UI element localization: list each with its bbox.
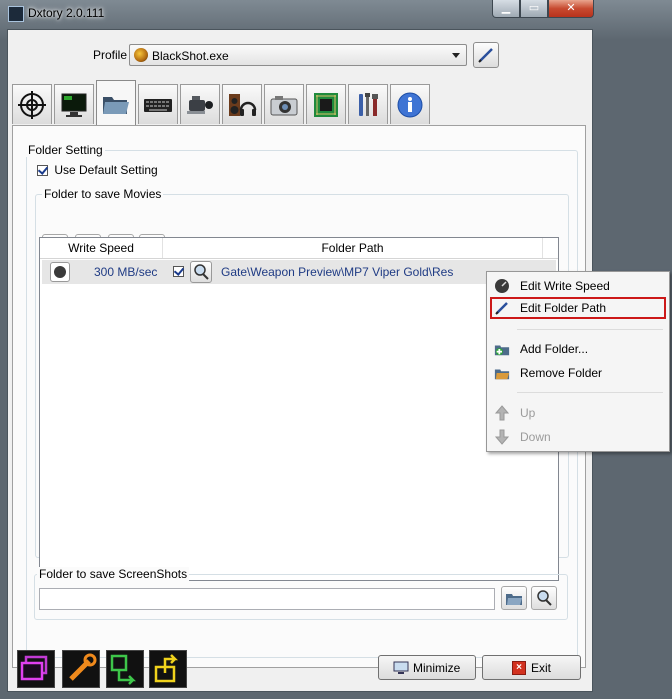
checkbox-checked-icon (37, 165, 48, 176)
magnifier-icon (537, 590, 552, 606)
tools-icon (359, 92, 378, 116)
tab-audio[interactable] (222, 84, 262, 124)
app-window: Dxtory 2.0.111 ▁ ▭ ✕ Profile BlackShot.e… (0, 0, 672, 699)
overlay-mode-button[interactable] (17, 650, 55, 688)
menu-separator (517, 329, 663, 330)
close-window-button[interactable]: ✕ (548, 0, 594, 18)
edit-profile-button[interactable] (473, 42, 499, 68)
menu-item-label: Remove Folder (520, 366, 603, 380)
folder-icon (103, 96, 129, 114)
camcorder-icon (187, 95, 213, 114)
column-header-write-speed[interactable]: Write Speed (40, 238, 163, 258)
use-default-setting-checkbox[interactable]: Use Default Setting (37, 163, 158, 177)
pen-icon (478, 48, 493, 63)
window-controls: ▁ ▭ ✕ (492, 0, 594, 18)
add-folder-icon (494, 341, 510, 357)
folder-setting-title: Folder Setting (26, 143, 105, 157)
gauge-icon[interactable] (50, 262, 70, 282)
column-header-folder-path[interactable]: Folder Path (163, 238, 543, 258)
folder-enabled-checkbox[interactable] (173, 266, 184, 277)
arrow-down-icon (494, 429, 510, 445)
arrow-up-icon (494, 405, 510, 421)
tab-advanced[interactable] (348, 84, 388, 124)
list-header: Write Speed Folder Path (40, 238, 558, 259)
tab-video[interactable] (54, 84, 94, 124)
green-arrow-box-icon (110, 654, 137, 685)
tab-folder[interactable] (96, 80, 136, 126)
menu-item-down[interactable]: Down (490, 426, 666, 448)
tab-info[interactable] (390, 84, 430, 124)
screenshot-explore-folder-button[interactable] (531, 586, 557, 610)
settings-tool-button[interactable] (62, 650, 100, 688)
context-menu: Edit Write Speed Edit Folder Path Add Fo… (486, 271, 670, 452)
menu-separator (517, 392, 663, 393)
tab-codec[interactable] (306, 84, 346, 124)
wrench-icon (69, 653, 97, 681)
crosshair-icon (18, 90, 46, 119)
export-tool-button[interactable] (106, 650, 144, 688)
profile-dropdown[interactable]: BlackShot.exe (129, 44, 467, 66)
gauge-icon (494, 278, 510, 294)
keyboard-icon (144, 98, 172, 112)
write-speed-value: 300 MB/sec (94, 265, 158, 279)
screenshot-path-input[interactable] (39, 588, 495, 610)
menu-item-add-folder[interactable]: Add Folder... (490, 338, 666, 360)
pen-icon (494, 300, 510, 316)
tab-target[interactable] (12, 84, 52, 124)
window-title: Dxtory 2.0.111 (28, 6, 105, 20)
menu-item-label: Add Folder... (520, 342, 589, 356)
tab-capture[interactable] (180, 84, 220, 124)
screenshots-folder-title: Folder to save ScreenShots (37, 567, 190, 581)
close-icon: × (512, 661, 526, 675)
menu-item-remove-folder[interactable]: Remove Folder (490, 362, 666, 384)
magnifier-icon (194, 264, 209, 280)
menu-item-edit-folder-path[interactable]: Edit Folder Path (490, 297, 666, 319)
profile-label: Profile (93, 48, 128, 62)
profile-value: BlackShot.exe (152, 49, 229, 63)
menu-item-label: Edit Write Speed (520, 279, 610, 293)
open-folder-icon (506, 594, 522, 605)
maximize-window-button[interactable]: ▭ (520, 0, 548, 18)
app-icon (8, 6, 24, 22)
minimize-window-button[interactable]: ▁ (492, 0, 520, 18)
menu-item-up[interactable]: Up (490, 402, 666, 424)
game-icon (134, 48, 148, 62)
minimize-label: Minimize (413, 661, 461, 675)
camera-icon (270, 95, 298, 115)
chip-icon (314, 92, 338, 117)
browse-folder-button[interactable] (190, 261, 212, 283)
windows-stack-icon (20, 655, 48, 681)
table-row[interactable]: 300 MB/sec Gate\Weapon Preview\MP7 Viper… (42, 260, 556, 284)
info-icon (397, 92, 423, 117)
yellow-arrow-box-icon (154, 654, 179, 683)
menu-item-label: Down (520, 430, 551, 444)
title-bar[interactable]: Dxtory 2.0.111 ▁ ▭ ✕ (0, 0, 672, 28)
movies-folder-title: Folder to save Movies (42, 187, 164, 201)
menu-item-edit-write-speed[interactable]: Edit Write Speed (490, 275, 666, 297)
tab-strip (12, 80, 432, 126)
chevron-down-icon (452, 53, 460, 58)
speaker-headphones-icon (229, 93, 257, 116)
monitor-icon (61, 93, 87, 117)
remove-folder-icon (494, 365, 510, 381)
use-default-setting-label: Use Default Setting (54, 163, 158, 177)
exit-button[interactable]: × Exit (482, 655, 581, 680)
menu-item-label: Edit Folder Path (520, 301, 607, 315)
open-tool-button[interactable] (149, 650, 187, 688)
exit-label: Exit (531, 661, 552, 675)
movies-folder-list[interactable]: Write Speed Folder Path 300 MB/sec Gate\… (39, 237, 559, 581)
tab-keyboard[interactable] (138, 84, 178, 124)
folder-path-value: Gate\Weapon Preview\MP7 Viper Gold\Res (221, 265, 454, 279)
screenshot-browse-folder-button[interactable] (501, 586, 527, 610)
minimize-button[interactable]: Minimize (378, 655, 476, 680)
tab-screenshot[interactable] (264, 84, 304, 124)
menu-item-label: Up (520, 406, 536, 420)
monitor-icon (393, 661, 409, 674)
